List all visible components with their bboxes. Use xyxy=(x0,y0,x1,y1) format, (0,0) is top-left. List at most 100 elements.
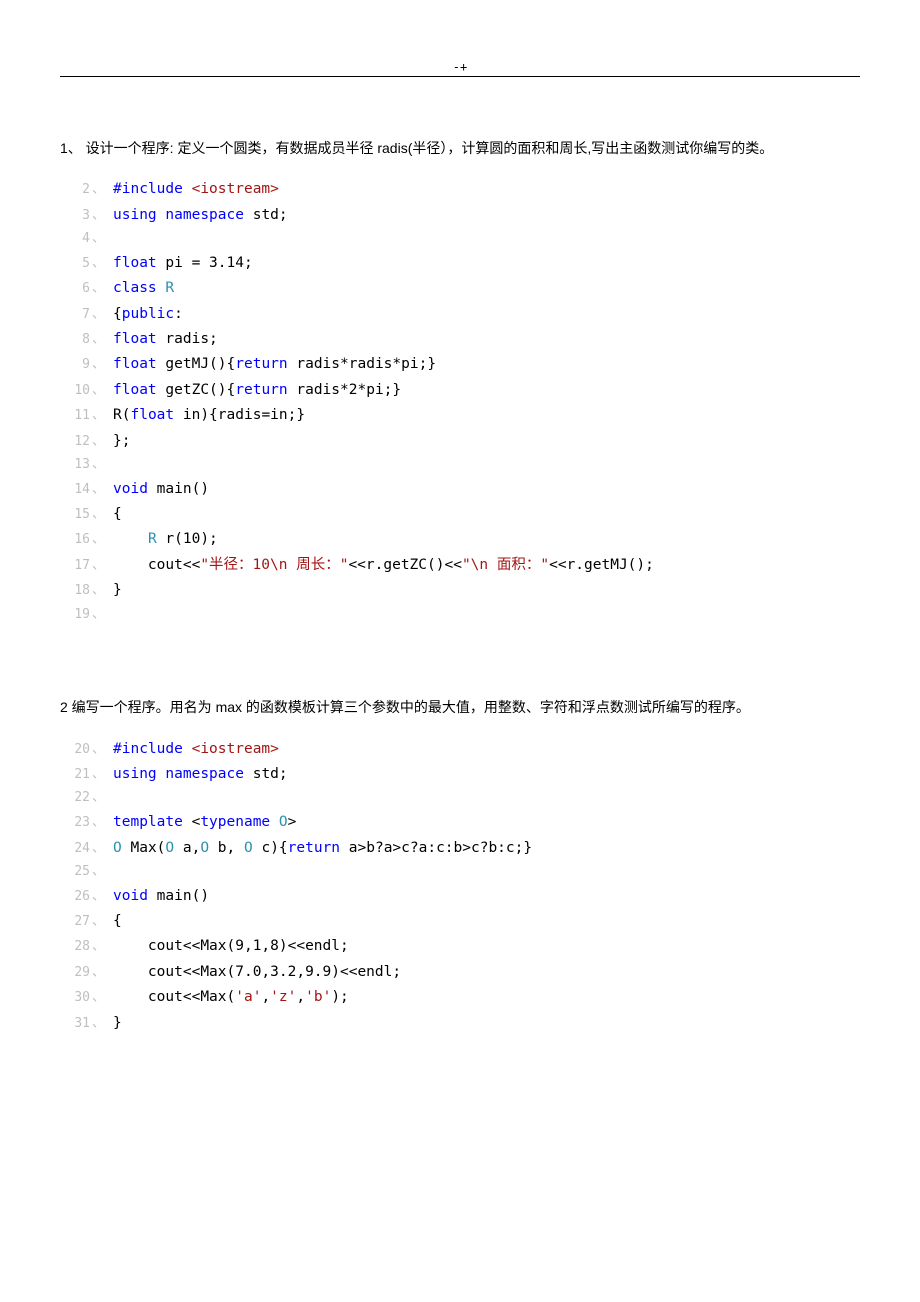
line-number: 16 xyxy=(60,529,90,552)
code-line: 25、 xyxy=(60,861,860,884)
code-content: R r(10); xyxy=(113,527,218,552)
code-line: 6、 class R xyxy=(60,276,860,301)
line-number: 17 xyxy=(60,555,90,578)
code-line: 3、 using namespace std; xyxy=(60,203,860,228)
line-number: 18 xyxy=(60,580,90,603)
line-separator: 、 xyxy=(92,1013,105,1036)
code-content: using namespace std; xyxy=(113,203,288,228)
code-content: }; xyxy=(113,429,130,454)
line-separator: 、 xyxy=(92,329,105,352)
code-line: 20、#include <iostream> xyxy=(60,737,860,762)
line-separator: 、 xyxy=(92,861,105,884)
code-content: float getZC(){return radis*2*pi;} xyxy=(113,378,401,403)
code-content: #include <iostream> xyxy=(113,737,279,762)
line-separator: 、 xyxy=(92,886,105,909)
code-content: cout<<Max(7.0,3.2,9.9)<<endl; xyxy=(113,960,401,985)
code-content: class R xyxy=(113,276,174,301)
code-content: { xyxy=(113,909,122,934)
line-number: 7 xyxy=(60,304,90,327)
code-content: } xyxy=(113,1011,122,1036)
line-number: 9 xyxy=(60,354,90,377)
line-separator: 、 xyxy=(92,228,105,251)
code-content: } xyxy=(113,578,122,603)
code-line: 17、 cout<<"半径：10\n 周长："<<r.getZC()<<"\n … xyxy=(60,553,860,578)
line-separator: 、 xyxy=(92,354,105,377)
code-line: 11、R(float in){radis=in;} xyxy=(60,403,860,428)
code-line: 8、float radis; xyxy=(60,327,860,352)
line-separator: 、 xyxy=(92,529,105,552)
line-number: 10 xyxy=(60,380,90,403)
code-content: #include <iostream> xyxy=(113,177,279,202)
code-content: { xyxy=(113,502,122,527)
code-content: void main() xyxy=(113,477,209,502)
code-line: 27、 { xyxy=(60,909,860,934)
line-number: 2 xyxy=(60,179,90,202)
code-line: 4、 xyxy=(60,228,860,251)
line-number: 14 xyxy=(60,479,90,502)
line-number: 23 xyxy=(60,812,90,835)
code-content: cout<<Max(9,1,8)<<endl; xyxy=(113,934,349,959)
line-separator: 、 xyxy=(92,911,105,934)
line-separator: 、 xyxy=(92,405,105,428)
line-separator: 、 xyxy=(92,987,105,1010)
code-line: 5、 float pi = 3.14; xyxy=(60,251,860,276)
line-separator: 、 xyxy=(92,205,105,228)
code-line: 7、 {public: xyxy=(60,302,860,327)
code-content: float getMJ(){return radis*radis*pi;} xyxy=(113,352,436,377)
question-1-text: 1、 设计一个程序: 定义一个圆类，有数据成员半径 radis(半径），计算圆的… xyxy=(60,137,860,159)
code-content: template <typename O> xyxy=(113,810,296,835)
line-number: 3 xyxy=(60,205,90,228)
code-line: 29、 cout<<Max(7.0,3.2,9.9)<<endl; xyxy=(60,960,860,985)
line-separator: 、 xyxy=(92,504,105,527)
code-line: 23、 template <typename O> xyxy=(60,810,860,835)
code-content: float pi = 3.14; xyxy=(113,251,253,276)
code-content: void main() xyxy=(113,884,209,909)
line-number: 5 xyxy=(60,253,90,276)
header-mark: -+ xyxy=(60,60,860,77)
line-separator: 、 xyxy=(92,179,105,202)
line-separator: 、 xyxy=(92,431,105,454)
line-number: 6 xyxy=(60,278,90,301)
document-page: -+ 1、 设计一个程序: 定义一个圆类，有数据成员半径 radis(半径），计… xyxy=(0,0,920,1146)
code-line: 9、 float getMJ(){return radis*radis*pi;} xyxy=(60,352,860,377)
line-separator: 、 xyxy=(92,555,105,578)
line-number: 20 xyxy=(60,739,90,762)
line-number: 13 xyxy=(60,454,90,477)
line-separator: 、 xyxy=(92,454,105,477)
code-line: 13、 xyxy=(60,454,860,477)
line-separator: 、 xyxy=(92,479,105,502)
line-number: 15 xyxy=(60,504,90,527)
code-content: float radis; xyxy=(113,327,218,352)
line-number: 31 xyxy=(60,1013,90,1036)
line-number: 19 xyxy=(60,604,90,627)
line-number: 27 xyxy=(60,911,90,934)
line-number: 4 xyxy=(60,228,90,251)
line-number: 25 xyxy=(60,861,90,884)
line-number: 12 xyxy=(60,431,90,454)
code-content: cout<<Max('a','z','b'); xyxy=(113,985,349,1010)
line-separator: 、 xyxy=(92,253,105,276)
code-content: cout<<"半径：10\n 周长："<<r.getZC()<<"\n 面积："… xyxy=(113,553,654,578)
line-number: 24 xyxy=(60,838,90,861)
line-separator: 、 xyxy=(92,764,105,787)
code-line: 30、 cout<<Max('a','z','b'); xyxy=(60,985,860,1010)
line-separator: 、 xyxy=(92,812,105,835)
line-number: 11 xyxy=(60,405,90,428)
line-number: 26 xyxy=(60,886,90,909)
line-separator: 、 xyxy=(92,278,105,301)
line-separator: 、 xyxy=(92,380,105,403)
code-line: 12、}; xyxy=(60,429,860,454)
code-block-2: 20、#include <iostream>21、using namespace… xyxy=(60,737,860,1036)
line-number: 29 xyxy=(60,962,90,985)
code-line: 28、 cout<<Max(9,1,8)<<endl; xyxy=(60,934,860,959)
line-separator: 、 xyxy=(92,838,105,861)
code-line: 2、 #include <iostream> xyxy=(60,177,860,202)
code-line: 26、 void main() xyxy=(60,884,860,909)
line-number: 30 xyxy=(60,987,90,1010)
question-2-text: 2 编写一个程序。用名为 max 的函数模板计算三个参数中的最大值，用整数、字符… xyxy=(60,696,860,718)
code-content: {public: xyxy=(113,302,183,327)
line-separator: 、 xyxy=(92,304,105,327)
code-block-1: 2、#include <iostream>3、using namespace s… xyxy=(60,177,860,626)
line-separator: 、 xyxy=(92,962,105,985)
line-separator: 、 xyxy=(92,787,105,810)
